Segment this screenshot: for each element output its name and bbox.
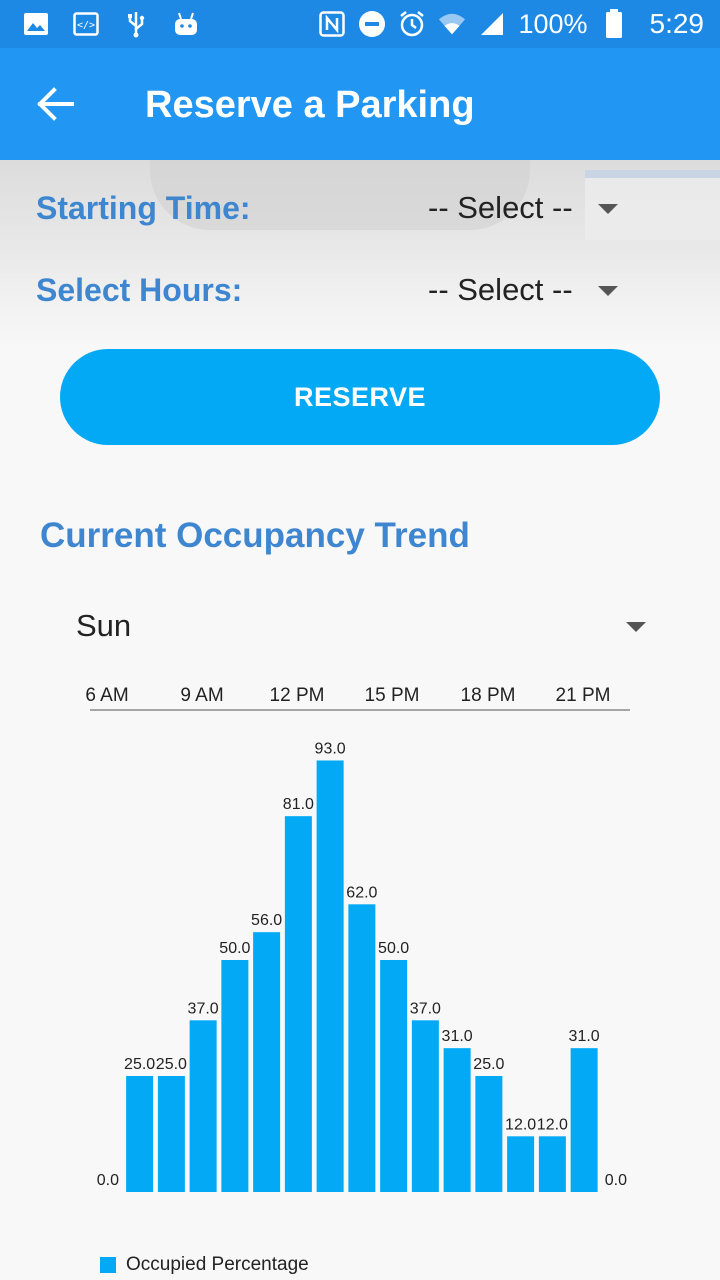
- select-hours-value: -- Select --: [428, 272, 573, 307]
- battery-icon: [600, 9, 628, 38]
- bar-value-label: 31.0: [569, 1028, 600, 1045]
- x-tick-label: 9 AM: [180, 685, 223, 706]
- code-icon: </>: [72, 10, 100, 38]
- bar-value-label: 31.0: [442, 1028, 473, 1045]
- bar-value-label: 37.0: [410, 1000, 441, 1017]
- bar: [570, 1048, 598, 1192]
- bar-value-label: 81.0: [283, 796, 314, 813]
- bar: [157, 1076, 185, 1192]
- occupancy-title: Current Occupancy Trend: [40, 516, 470, 555]
- bar-value-label: 37.0: [188, 1000, 219, 1017]
- chart-legend: Occupied Percentage: [100, 1254, 309, 1276]
- reservation-form: Starting Time: -- Select -- Select Hours…: [0, 160, 720, 350]
- select-hours-select[interactable]: -- Select --: [420, 262, 640, 322]
- bar: [348, 904, 376, 1192]
- occupancy-bar-chart: 6 AM 9 AM 12 PM 15 PM 18 PM 21 PM0.025.0 25.03…: [85, 685, 630, 1192]
- bar-value-label: 0.0: [605, 1172, 627, 1189]
- bar: [475, 1076, 503, 1192]
- nfc-icon: [318, 10, 346, 38]
- page-title: Reserve a Parking: [145, 84, 475, 126]
- bar: [507, 1136, 535, 1192]
- alarm-icon: [398, 10, 426, 38]
- starting-time-select[interactable]: -- Select --: [420, 180, 640, 240]
- day-select-value: Sun: [76, 608, 132, 643]
- wifi-icon: [438, 10, 466, 38]
- svg-text:</>: </>: [77, 20, 95, 31]
- dropdown-caret-icon: [598, 204, 618, 214]
- dropdown-caret-icon: [626, 622, 646, 632]
- arrow-left-icon: [37, 87, 74, 121]
- bar: [221, 960, 249, 1192]
- x-tick-label: 12 PM: [270, 685, 325, 706]
- reserve-button[interactable]: RESERVE: [60, 349, 660, 445]
- bar: [189, 1020, 217, 1192]
- day-select[interactable]: Sun: [60, 595, 660, 659]
- clock: 5:29: [649, 8, 705, 39]
- bar-value-label: 50.0: [219, 940, 250, 957]
- bar-value-label: 93.0: [315, 740, 346, 757]
- bar-value-label: 0.0: [97, 1172, 119, 1189]
- bar: [316, 760, 344, 1192]
- bar: [284, 816, 312, 1192]
- starting-time-value: -- Select --: [428, 190, 573, 225]
- bar-value-label: 12.0: [505, 1116, 536, 1133]
- battery-percentage: 100%: [518, 8, 588, 39]
- x-tick-label: 21 PM: [556, 685, 611, 706]
- bar: [126, 1076, 154, 1192]
- bar-value-label: 25.0: [124, 1056, 155, 1073]
- legend-swatch: [100, 1257, 116, 1273]
- x-tick-label: 15 PM: [365, 685, 420, 706]
- status-bar: </> 100% 5:29: [0, 0, 720, 48]
- x-tick-label: 6 AM: [85, 685, 128, 706]
- dropdown-caret-icon: [598, 286, 618, 296]
- notification-icons: </>: [22, 10, 200, 38]
- bar: [411, 1020, 439, 1192]
- bar: [380, 960, 408, 1192]
- bar: [253, 932, 281, 1192]
- select-hours-label: Select Hours:: [36, 272, 243, 308]
- do-not-disturb-icon: [358, 10, 386, 38]
- bar-value-label: 50.0: [378, 940, 409, 957]
- bar-value-label: 62.0: [346, 884, 377, 901]
- bar-value-label: 25.0: [156, 1056, 187, 1073]
- bar: [443, 1048, 471, 1192]
- starting-time-label: Starting Time:: [36, 190, 251, 226]
- android-icon: [172, 10, 200, 38]
- usb-icon: [122, 10, 150, 38]
- image-icon: [22, 10, 50, 38]
- x-tick-label: 18 PM: [461, 685, 516, 706]
- legend-label: Occupied Percentage: [126, 1254, 309, 1275]
- system-status: 100% 5:29: [318, 6, 704, 42]
- app-bar: Reserve a Parking: [0, 48, 720, 160]
- bar-value-label: 12.0: [537, 1116, 568, 1133]
- bar-value-label: 25.0: [473, 1056, 504, 1073]
- back-button[interactable]: [36, 86, 76, 122]
- bar-value-label: 56.0: [251, 912, 282, 929]
- bar: [538, 1136, 566, 1192]
- signal-icon: [478, 10, 506, 38]
